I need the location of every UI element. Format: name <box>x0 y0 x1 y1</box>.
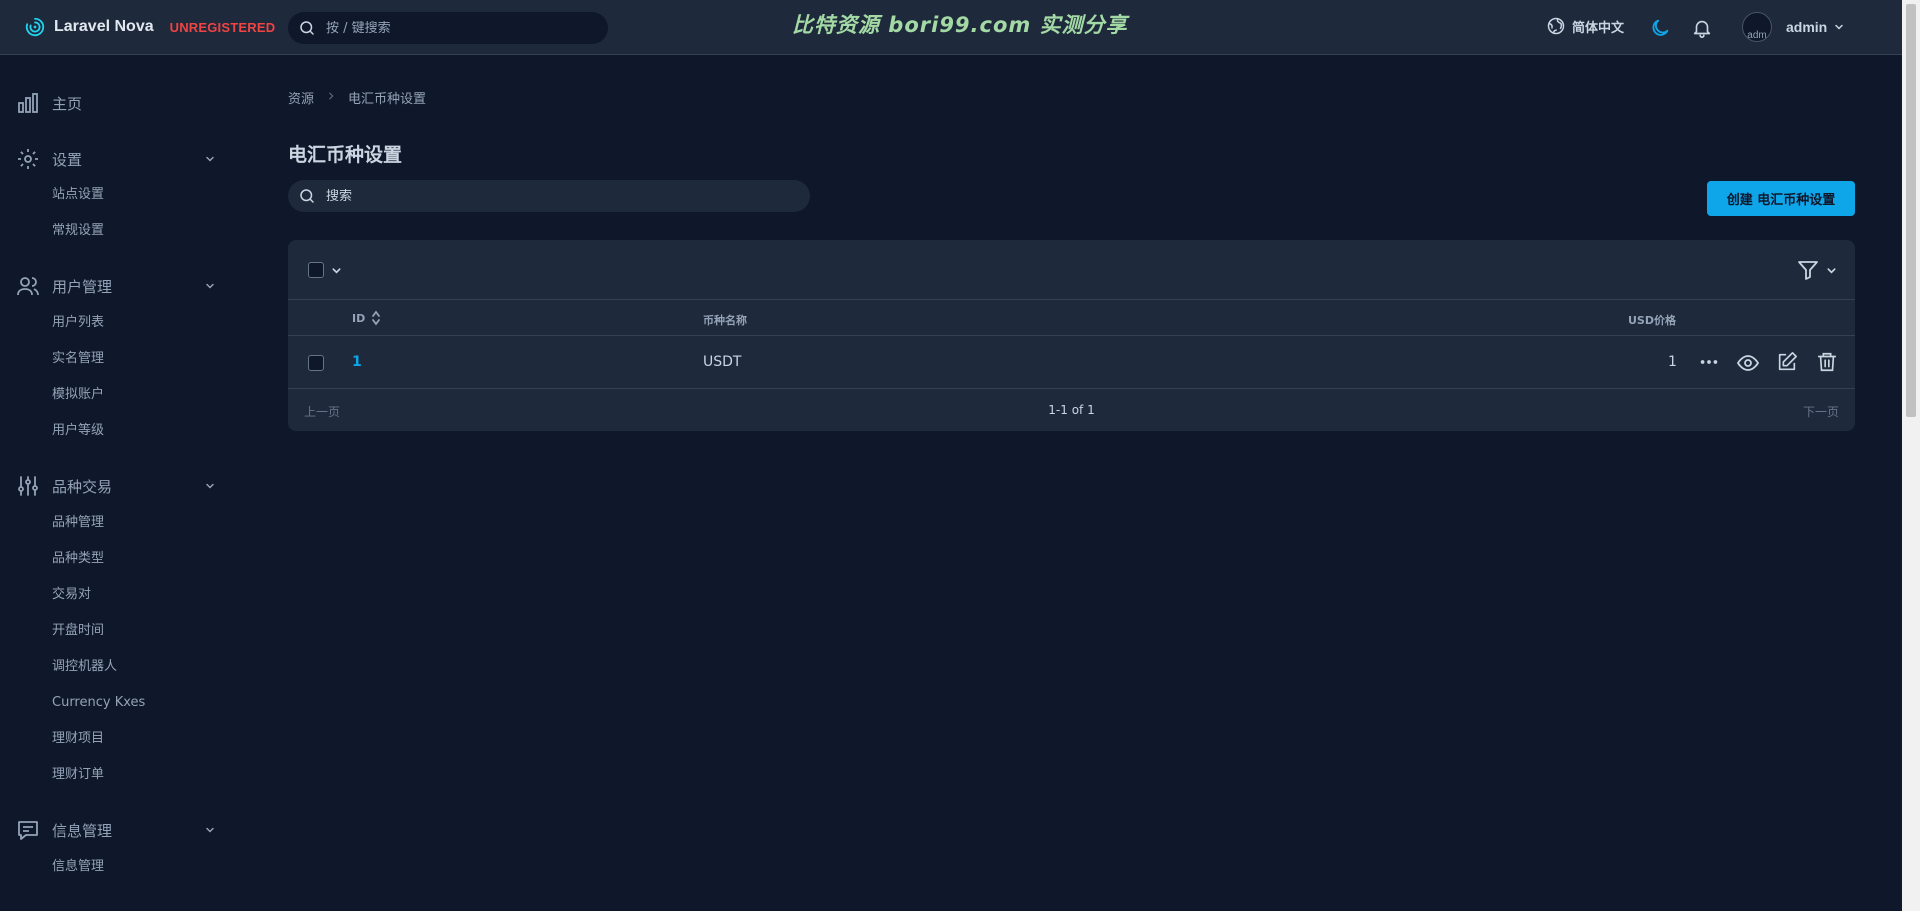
table-toolbar <box>288 240 1855 300</box>
sidebar-item-product-management[interactable]: 品种管理 <box>52 514 104 532</box>
sliders-icon <box>18 476 38 496</box>
language-switcher[interactable]: 简体中文 <box>1546 16 1624 36</box>
resource-search-input[interactable] <box>326 188 786 204</box>
users-icon <box>17 277 39 296</box>
sidebar-item-trading-pairs[interactable]: 交易对 <box>52 586 91 604</box>
scrollbar-thumb[interactable] <box>1906 4 1916 417</box>
brand[interactable]: Laravel Nova UNREGISTERED <box>24 14 275 40</box>
app-name: Laravel Nova <box>54 18 154 35</box>
top-bar: Laravel Nova UNREGISTERED 比特资源 bori99.co… <box>0 0 1902 55</box>
sidebar-group-settings[interactable]: 设置 <box>0 147 230 171</box>
next-page-button[interactable]: 下一页 <box>1803 403 1839 420</box>
breadcrumb-separator-icon <box>326 90 336 105</box>
page-title: 电汇币种设置 <box>288 144 403 166</box>
nova-logo-icon <box>25 17 45 37</box>
chevron-down-icon <box>206 283 214 289</box>
breadcrumb-root-link[interactable]: 资源 <box>288 88 314 107</box>
row-usd-price: 1 <box>1668 354 1677 370</box>
sidebar-item-label: 主页 <box>52 95 83 113</box>
chevron-down-icon[interactable] <box>1826 265 1837 276</box>
view-eye-icon[interactable] <box>1736 351 1760 375</box>
row-id-link[interactable]: 1 <box>352 354 362 370</box>
table-header: ID 币种名称 USD价格 <box>288 300 1855 336</box>
globe-icon <box>1547 17 1565 35</box>
sidebar-group-label: 设置 <box>52 151 83 169</box>
sidebar-item-message-management[interactable]: 信息管理 <box>52 858 104 876</box>
gear-icon <box>18 149 38 169</box>
moon-icon[interactable] <box>1649 17 1671 39</box>
pagination-info: 1-1 of 1 <box>1048 403 1095 417</box>
chevron-down-icon <box>206 827 214 833</box>
create-resource-button[interactable]: 创建 电汇币种设置 <box>1707 181 1855 216</box>
chart-bar-icon <box>18 93 38 113</box>
sidebar-item-currency-kxes[interactable]: Currency Kxes <box>52 694 145 712</box>
search-icon <box>300 189 314 203</box>
filter-icon[interactable] <box>1796 258 1820 282</box>
global-search[interactable] <box>288 12 608 44</box>
sidebar-group-messages[interactable]: 信息管理 <box>0 818 230 842</box>
sidebar-group-label: 信息管理 <box>52 822 113 840</box>
sidebar-item-market-hours[interactable]: 开盘时间 <box>52 622 104 640</box>
pagination: 上一页 1-1 of 1 下一页 <box>288 390 1855 431</box>
sidebar-group-users[interactable]: 用户管理 <box>0 274 230 298</box>
column-header-usd-price: USD价格 <box>1628 314 1676 327</box>
watermark: 比特资源 bori99.com 实测分享 <box>792 13 1128 37</box>
resource-table-card: ID 币种名称 USD价格 1 USDT 1 上一页 1-1 of 1 下一页 <box>288 240 1855 431</box>
sidebar-item-home[interactable]: 主页 <box>0 91 230 115</box>
sidebar-group-trading[interactable]: 品种交易 <box>0 474 230 498</box>
breadcrumb: 资源 电汇币种设置 <box>288 88 426 107</box>
resource-search[interactable] <box>288 180 810 212</box>
row-currency-name: USDT <box>703 354 742 370</box>
user-name: admin <box>1786 19 1828 35</box>
edit-icon[interactable] <box>1776 351 1798 373</box>
select-all-checkbox[interactable] <box>308 262 324 278</box>
row-checkbox[interactable] <box>308 355 324 371</box>
global-search-input[interactable] <box>326 20 586 36</box>
sidebar-group-label: 用户管理 <box>52 278 113 296</box>
more-actions-icon[interactable] <box>1698 351 1720 373</box>
avatar: adm <box>1742 12 1772 42</box>
sort-icon[interactable] <box>371 309 381 327</box>
sidebar-item-kyc[interactable]: 实名管理 <box>52 350 104 368</box>
search-icon <box>300 21 314 35</box>
license-badge: UNREGISTERED <box>169 19 276 35</box>
breadcrumb-current: 电汇币种设置 <box>348 92 427 107</box>
sidebar-item-general-settings[interactable]: 常规设置 <box>52 222 104 240</box>
chevron-down-icon <box>206 483 214 489</box>
sidebar-item-wealth-products[interactable]: 理财项目 <box>52 730 104 748</box>
column-header-id[interactable]: ID <box>352 312 365 325</box>
chat-icon <box>18 821 38 840</box>
sidebar-item-demo-accounts[interactable]: 模拟账户 <box>52 386 104 404</box>
sidebar-item-product-types[interactable]: 品种类型 <box>52 550 104 568</box>
sidebar-item-control-robot[interactable]: 调控机器人 <box>52 658 117 676</box>
table-row: 1 USDT 1 <box>288 337 1855 389</box>
column-header-currency-name: 币种名称 <box>703 314 747 327</box>
bell-icon[interactable] <box>1691 17 1713 39</box>
language-label: 简体中文 <box>1572 20 1625 36</box>
sidebar-item-user-levels[interactable]: 用户等级 <box>52 422 104 440</box>
trash-icon[interactable] <box>1816 351 1838 373</box>
chevron-down-icon[interactable] <box>331 265 342 276</box>
sidebar-group-label: 品种交易 <box>52 478 113 496</box>
user-menu[interactable]: adm admin <box>1742 12 1845 42</box>
chevron-down-icon <box>206 156 214 162</box>
chevron-down-icon <box>1835 24 1843 30</box>
sidebar-item-user-list[interactable]: 用户列表 <box>52 314 104 332</box>
sidebar-item-site-settings[interactable]: 站点设置 <box>52 186 104 204</box>
sidebar-item-wealth-orders[interactable]: 理财订单 <box>52 766 104 784</box>
